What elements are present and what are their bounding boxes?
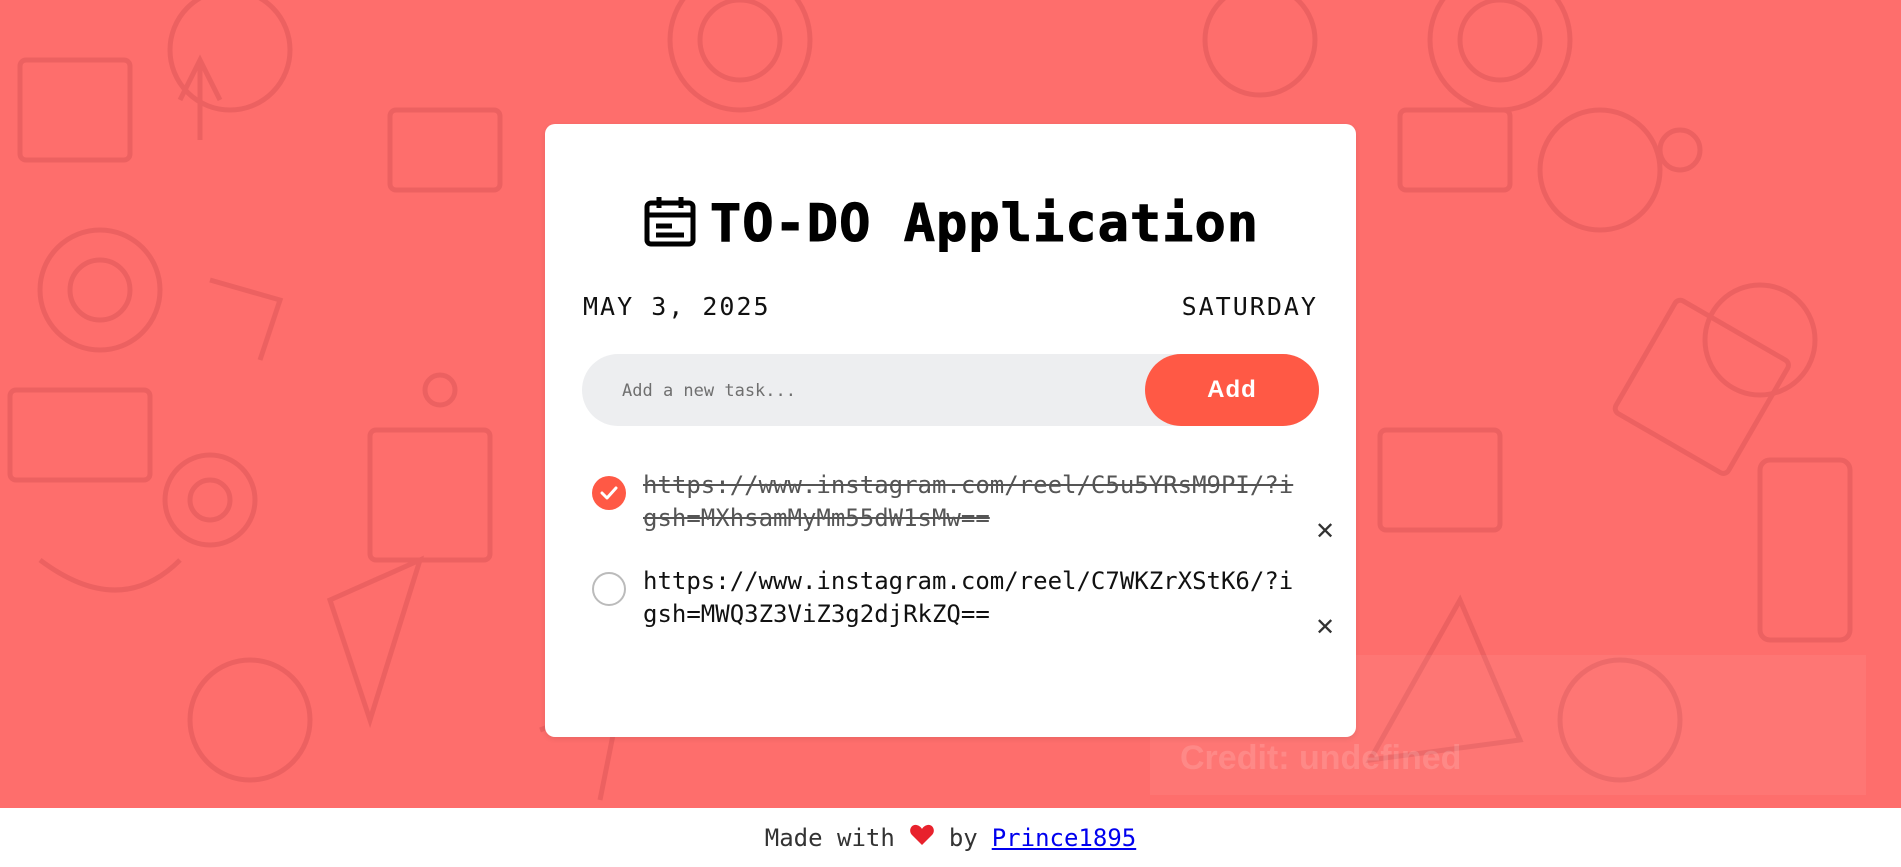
remove-task-button[interactable]: ✕ <box>1315 519 1335 543</box>
new-task-input[interactable] <box>620 354 1124 428</box>
heart-icon <box>909 823 935 853</box>
add-task-button[interactable]: Add <box>1145 354 1319 426</box>
footer-suffix: by <box>948 823 978 852</box>
footer: Made with by Prince1895 <box>0 808 1901 867</box>
calendar-icon <box>642 194 698 254</box>
check-icon <box>600 486 618 500</box>
app-title: TO-DO Application <box>709 194 1260 255</box>
app-header: TO-DO Application <box>545 184 1356 264</box>
task-list: https://www.instagram.com/reel/C5u5YRsM9… <box>591 469 1335 661</box>
remove-task-button[interactable]: ✕ <box>1315 615 1335 639</box>
current-weekday: SATURDAY <box>1181 292 1318 321</box>
task-item: https://www.instagram.com/reel/C5u5YRsM9… <box>591 469 1335 565</box>
todo-card: TO-DO Application MAY 3, 2025 SATURDAY A… <box>545 124 1356 737</box>
current-date: MAY 3, 2025 <box>583 292 771 321</box>
task-text[interactable]: https://www.instagram.com/reel/C7WKZrXSt… <box>643 565 1303 631</box>
author-link[interactable]: Prince1895 <box>992 824 1137 852</box>
task-item: https://www.instagram.com/reel/C7WKZrXSt… <box>591 565 1335 661</box>
footer-prefix: Made with <box>764 823 895 852</box>
new-task-form: Add <box>582 354 1319 428</box>
task-text[interactable]: https://www.instagram.com/reel/C5u5YRsM9… <box>643 469 1303 535</box>
task-checkbox-unchecked[interactable] <box>592 572 626 606</box>
date-row: MAY 3, 2025 SATURDAY <box>583 292 1318 321</box>
task-checkbox-checked[interactable] <box>592 476 626 510</box>
